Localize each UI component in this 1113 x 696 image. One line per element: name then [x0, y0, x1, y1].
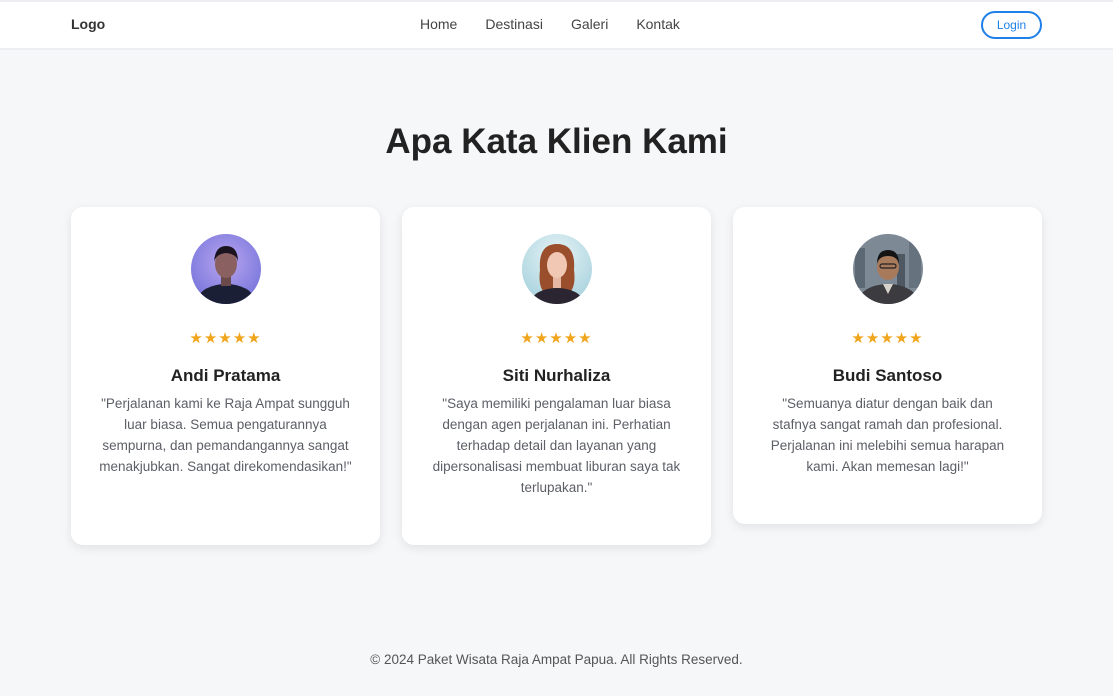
testimonial-card: ★★★★★ Siti Nurhaliza "Saya memiliki peng… [402, 207, 711, 545]
nav-link-galeri[interactable]: Galeri [571, 16, 608, 32]
client-name: Siti Nurhaliza [502, 366, 611, 385]
login-button[interactable]: Login [981, 11, 1042, 39]
rating-stars: ★★★★★ [851, 329, 924, 347]
client-name: Budi Santoso [832, 366, 943, 385]
nav-links: Home Destinasi Galeri Kontak [420, 16, 680, 32]
navbar: Logo Home Destinasi Galeri Kontak Login [0, 0, 1113, 50]
section-title: Apa Kata Klien Kami [385, 122, 728, 161]
client-name: Andi Pratama [170, 366, 281, 385]
rating-stars: ★★★★★ [189, 329, 262, 347]
testimonial-card: ★★★★★ Andi Pratama "Perjalanan kami ke R… [71, 207, 380, 545]
footer-copyright: © 2024 Paket Wisata Raja Ampat Papua. Al… [370, 652, 743, 667]
avatar [853, 234, 923, 304]
nav-link-home[interactable]: Home [420, 16, 457, 32]
rating-stars: ★★★★★ [520, 329, 593, 347]
testimonial-quote: "Semuanya diatur dengan baik dan stafnya… [770, 396, 1005, 474]
avatar [191, 234, 261, 304]
testimonial-quote: "Saya memiliki pengalaman luar biasa den… [432, 396, 681, 495]
nav-link-kontak[interactable]: Kontak [636, 16, 680, 32]
testimonial-card: ★★★★★ Budi Santoso "Semuanya diatur deng… [733, 207, 1042, 524]
nav-link-destinasi[interactable]: Destinasi [485, 16, 543, 32]
testimonial-quote: "Perjalanan kami ke Raja Ampat sungguh l… [99, 396, 352, 474]
logo[interactable]: Logo [71, 16, 105, 32]
avatar [522, 234, 592, 304]
